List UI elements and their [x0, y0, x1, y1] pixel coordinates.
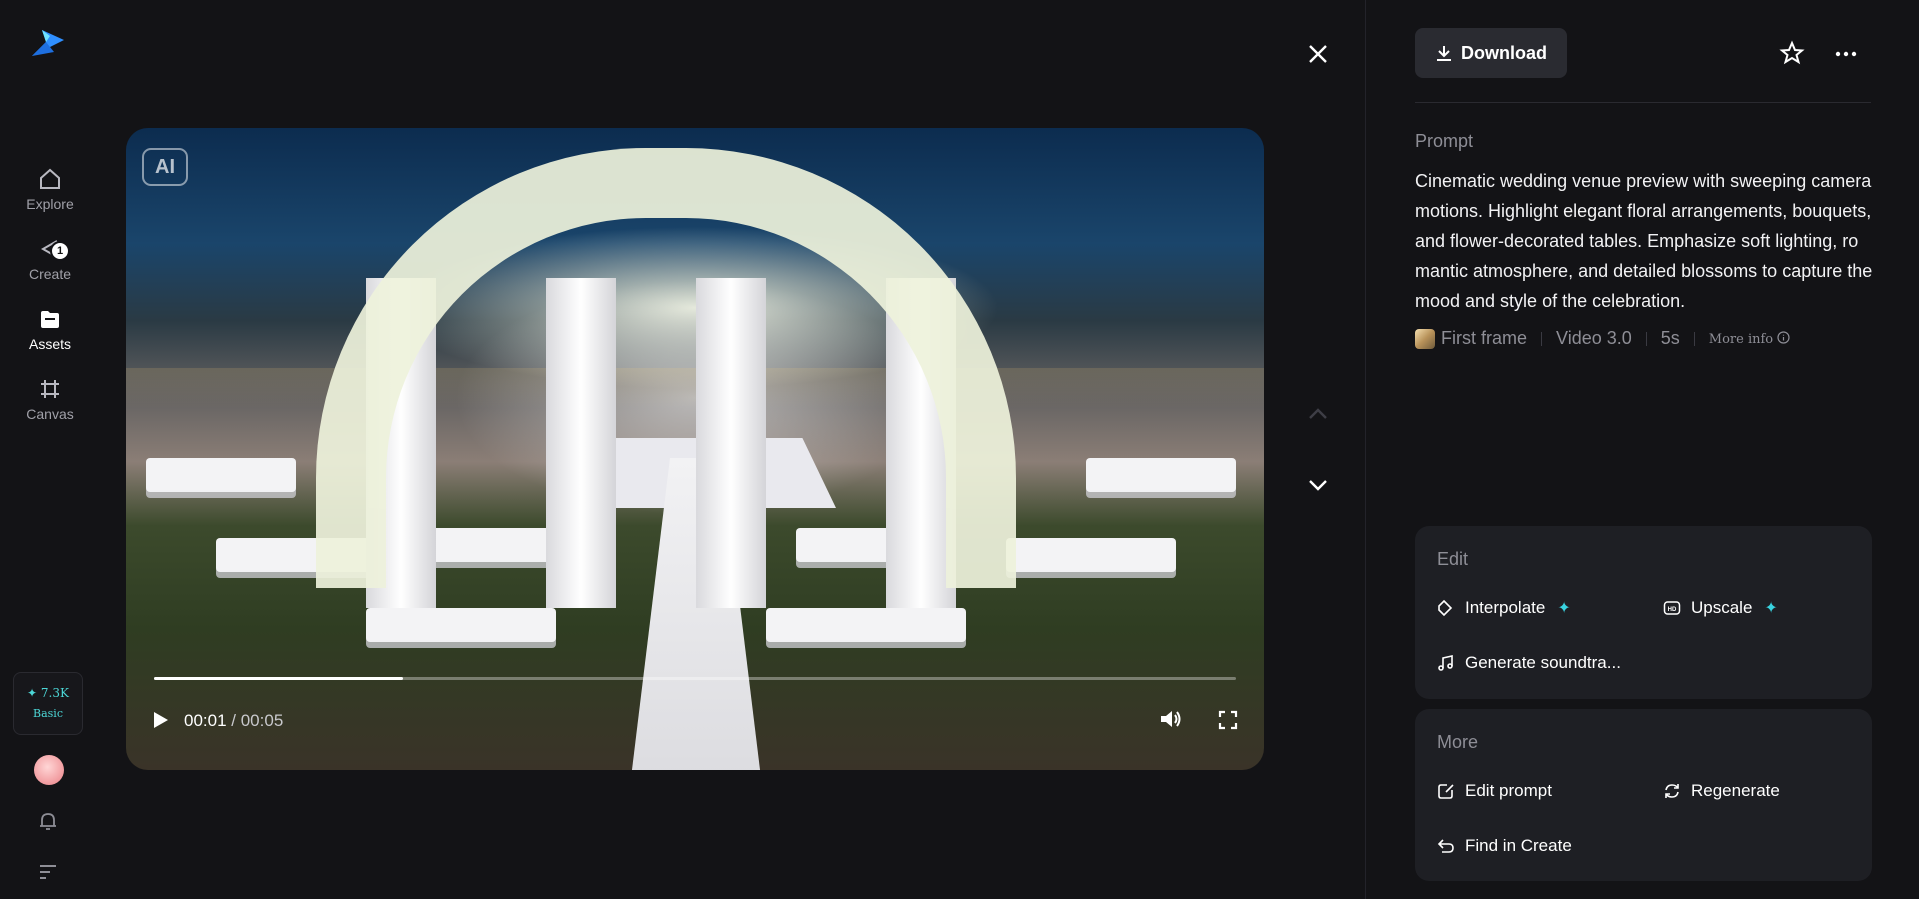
sidebar-item-canvas[interactable]: Canvas	[0, 376, 100, 422]
sidebar-item-label: Create	[28, 266, 72, 282]
svg-text:HD: HD	[1668, 607, 1677, 613]
sidebar-item-explore[interactable]: Explore	[0, 166, 100, 212]
app-logo-icon[interactable]	[30, 26, 66, 60]
find-in-create-label: Find in Create	[1465, 836, 1572, 855]
prompt-text: Cinematic wedding venue preview with swe…	[1415, 171, 1873, 311]
first-frame-label[interactable]: First frame	[1441, 328, 1527, 349]
interpolate-button[interactable]: Interpolate ✦	[1437, 598, 1571, 618]
hd-icon: HD	[1663, 601, 1681, 615]
generation-meta: First frame Video 3.0 5s More info	[1415, 328, 1790, 349]
sparkle-icon: ✦	[1764, 600, 1778, 617]
current-time: 00:01	[184, 711, 227, 730]
music-note-icon	[1438, 655, 1453, 671]
first-frame-thumbnail[interactable]	[1415, 328, 1435, 349]
return-icon	[1437, 839, 1454, 853]
edit-prompt-button[interactable]: Edit prompt	[1437, 781, 1552, 801]
header-divider	[1415, 102, 1871, 103]
edit-prompt-icon	[1438, 784, 1454, 799]
fullscreen-icon[interactable]	[1218, 710, 1238, 730]
duration: / 00:05	[231, 711, 284, 730]
star-icon[interactable]	[1779, 40, 1805, 66]
progress-bar[interactable]	[154, 677, 1236, 680]
volume-icon[interactable]	[1159, 708, 1183, 730]
ai-watermark: AI	[142, 148, 188, 186]
plan-label: Basic	[33, 707, 63, 720]
video-frame-table	[1006, 538, 1176, 572]
edit-card: Edit Interpolate ✦ HD Upscale ✦ Generate…	[1415, 526, 1872, 699]
prompt-label: Prompt	[1415, 131, 1474, 151]
sidebar-item-label: Assets	[28, 336, 71, 352]
info-icon	[1777, 330, 1790, 344]
sparkle-icon: ✦	[1557, 600, 1571, 617]
video-frame-table	[146, 458, 296, 492]
download-label: Download	[1461, 42, 1547, 63]
sidebar-item-create[interactable]: 1 Create	[0, 236, 100, 282]
sidebar: Explore 1 Create Assets Canvas ✦ 7.3K Ba…	[0, 0, 100, 899]
more-card: More Edit prompt Regenerate Find in Crea…	[1415, 709, 1872, 881]
more-info-link[interactable]: More info	[1708, 330, 1791, 347]
credits-badge[interactable]: ✦ 7.3K Basic	[13, 672, 83, 735]
close-icon[interactable]	[1305, 41, 1331, 67]
interpolate-label: Interpolate	[1465, 598, 1546, 617]
video-frame-floral-arch	[316, 148, 1016, 588]
panel-divider	[1365, 0, 1366, 899]
video-frame-table	[1086, 458, 1236, 492]
edit-card-title: Edit	[1437, 549, 1469, 569]
download-icon	[1437, 46, 1451, 61]
more-card-title: More	[1437, 732, 1479, 752]
regenerate-button[interactable]: Regenerate	[1663, 781, 1780, 801]
more-options-icon[interactable]	[1835, 50, 1857, 58]
meta-separator	[1541, 331, 1543, 346]
find-in-create-button[interactable]: Find in Create	[1437, 836, 1572, 856]
video-frame-table	[766, 608, 966, 642]
canvas-icon	[41, 380, 59, 398]
meta-separator	[1693, 331, 1695, 346]
upscale-button[interactable]: HD Upscale ✦	[1663, 598, 1778, 618]
upscale-label: Upscale	[1691, 598, 1753, 617]
meta-separator	[1645, 331, 1647, 346]
avatar[interactable]	[34, 755, 64, 785]
bell-icon[interactable]	[37, 810, 59, 832]
video-player[interactable]: AI 00:01 / 00:05	[126, 128, 1264, 770]
sidebar-item-label: Canvas	[26, 406, 74, 422]
regenerate-icon	[1665, 784, 1679, 798]
sidebar-item-label: Explore	[26, 196, 74, 212]
edit-prompt-label: Edit prompt	[1465, 781, 1552, 800]
menu-icon[interactable]	[38, 862, 58, 880]
video-frame-table	[366, 608, 556, 642]
interpolate-icon	[1438, 599, 1453, 617]
more-info-label: More info	[1708, 331, 1774, 347]
soundtrack-label: Generate soundtra...	[1465, 653, 1621, 672]
home-icon	[40, 168, 60, 189]
model-label: Video 3.0	[1556, 328, 1632, 348]
chevron-up-icon[interactable]	[1305, 402, 1331, 426]
folder-icon	[41, 311, 59, 328]
progress-fill	[154, 677, 403, 680]
sidebar-item-assets[interactable]: Assets	[0, 306, 100, 352]
download-button[interactable]: Download	[1415, 28, 1567, 78]
notification-badge: 1	[50, 241, 70, 261]
play-icon[interactable]	[152, 710, 170, 730]
chevron-down-icon[interactable]	[1305, 473, 1331, 497]
time-display: 00:01 / 00:05	[184, 711, 283, 731]
regenerate-label: Regenerate	[1691, 781, 1780, 800]
generate-soundtrack-button[interactable]: Generate soundtra...	[1437, 653, 1621, 673]
credits-amount: ✦ 7.3K	[27, 686, 69, 700]
length-label: 5s	[1660, 328, 1680, 348]
